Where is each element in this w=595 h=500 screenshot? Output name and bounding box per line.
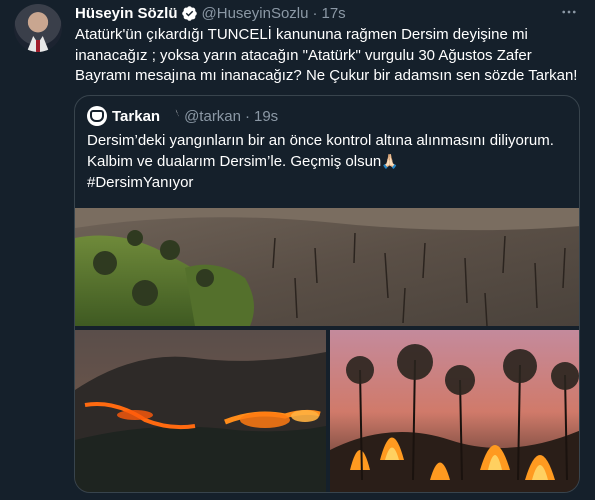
quoted-text-line-1: Dersim’deki yangınların bir an önce kont…	[87, 132, 554, 149]
avatar-tie	[36, 40, 40, 52]
quoted-tweet-header: Tarkan @tarkan · 19s	[87, 106, 278, 126]
separator-dot: ·	[245, 107, 250, 125]
media-image-mountain-fire[interactable]	[75, 330, 326, 492]
forest-fire-photo	[330, 330, 579, 492]
tweet[interactable]: Hüseyin Sözlü @HuseyinSozlu · 17s Atatür…	[0, 0, 595, 500]
quoted-avatar-glyph	[90, 110, 104, 122]
burnt-hillside-photo	[75, 208, 579, 326]
verified-badge-icon	[181, 5, 197, 21]
quoted-text-line-2: Kalbim ve dualarım Dersim’le. Geçmiş ols…	[87, 151, 571, 172]
tweet-header: Hüseyin Sözlü @HuseyinSozlu · 17s	[75, 4, 346, 22]
more-horizontal-icon[interactable]	[559, 2, 579, 22]
author-avatar[interactable]	[14, 4, 62, 52]
hashtag: #DersimYanıyor	[87, 174, 194, 191]
praying-hands-emoji: 🙏🏻	[381, 153, 399, 169]
media-image-burnt-hillside[interactable]	[75, 208, 579, 326]
quoted-tweet-text: Dersim’deki yangınların bir an önce kont…	[87, 130, 571, 193]
quoted-author-name: Tarkan	[112, 107, 161, 125]
more-dots-icon	[562, 10, 576, 14]
verified-badge-icon	[167, 109, 179, 119]
quoted-text-line-2-text: Kalbim ve dualarım Dersim’le. Geçmiş ols…	[87, 153, 382, 170]
tweet-text: Atatürk'ün çıkardığı TUNCELİ kanununa ra…	[75, 26, 578, 84]
mountain-fire-photo	[75, 330, 326, 492]
quoted-tweet[interactable]: Tarkan @tarkan · 19s Dersim’deki yangınl…	[74, 95, 580, 493]
quoted-author-avatar	[87, 106, 107, 126]
tweet-time[interactable]: 17s	[321, 5, 345, 22]
author-name[interactable]: Hüseyin Sözlü	[75, 5, 178, 22]
quoted-tweet-time: 19s	[254, 107, 279, 125]
media-image-forest-fire[interactable]	[330, 330, 579, 492]
separator-dot: ·	[312, 4, 318, 22]
media-grid	[75, 208, 579, 492]
quoted-author-handle: @tarkan	[184, 107, 241, 125]
author-handle[interactable]: @HuseyinSozlu	[202, 5, 309, 22]
